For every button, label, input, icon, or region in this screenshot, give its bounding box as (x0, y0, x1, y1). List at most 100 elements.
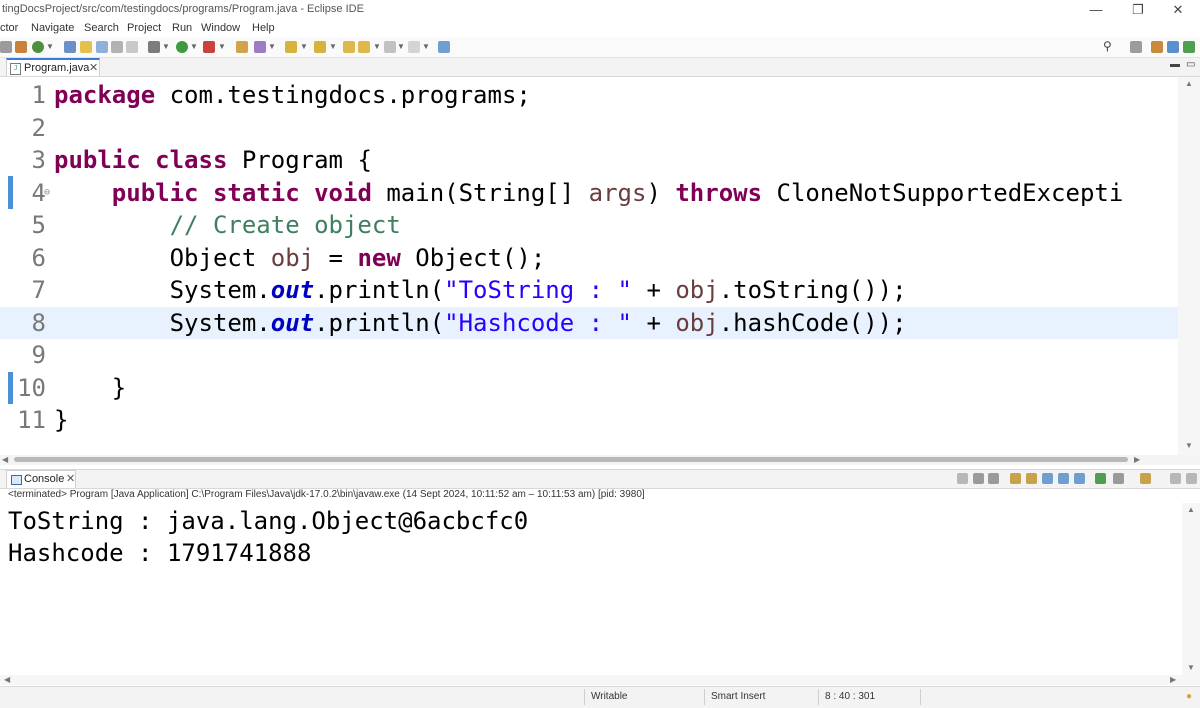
line-number: 5 (31, 211, 46, 239)
code-token: // Create object (169, 211, 401, 239)
close-window-button[interactable]: ✕ (1164, 1, 1192, 19)
paragraph-icon[interactable] (126, 41, 138, 53)
tab-program-java[interactable]: J Program.java ✕ (6, 58, 100, 76)
chevron-down-icon[interactable]: ▼ (373, 42, 381, 51)
block-icon[interactable] (96, 41, 108, 53)
fold-toggle-icon[interactable]: ⊖ (44, 177, 50, 209)
scroll-down-arrow-icon[interactable]: ▼ (1187, 663, 1195, 672)
forward-disabled-icon[interactable] (408, 41, 420, 53)
external-tools-icon[interactable] (203, 41, 215, 53)
chevron-down-icon[interactable]: ▼ (190, 42, 198, 51)
display-console-icon[interactable] (1095, 473, 1106, 484)
maximize-editor-button[interactable]: ▭ (1186, 59, 1195, 70)
scroll-left-arrow-icon[interactable]: ◀ (4, 675, 10, 684)
debug-perspective-icon[interactable] (1167, 41, 1179, 53)
run-icon[interactable] (176, 41, 188, 53)
code-line[interactable]: 6 Object obj = new Object(); (0, 242, 1178, 274)
pin-icon[interactable] (64, 41, 76, 53)
code-line[interactable]: 2 (0, 112, 1178, 144)
open-type-icon[interactable] (236, 41, 248, 53)
tab-console[interactable]: Console ✕ (6, 470, 76, 488)
code-line[interactable]: 5 // Create object (0, 209, 1178, 241)
code-token: obj (675, 308, 719, 337)
scrollbar-thumb[interactable] (14, 457, 1128, 462)
whitespace-icon[interactable] (111, 41, 123, 53)
scroll-right-arrow-icon[interactable]: ▶ (1134, 455, 1140, 464)
show-stdout-icon[interactable] (1042, 473, 1053, 484)
editor-horizontal-scrollbar[interactable]: ◀ ▶ (0, 455, 1200, 465)
open-task-icon[interactable] (254, 41, 266, 53)
menu-window[interactable]: Window (201, 22, 240, 34)
terminal-icon[interactable] (438, 41, 450, 53)
chevron-down-icon[interactable]: ▼ (300, 42, 308, 51)
pin-console-icon[interactable] (1074, 473, 1085, 484)
scroll-right-arrow-icon[interactable]: ▶ (1170, 675, 1176, 684)
show-stderr-icon[interactable] (1058, 473, 1069, 484)
terminate-icon[interactable] (957, 473, 968, 484)
new-console-icon[interactable] (1140, 473, 1151, 484)
minimize-button[interactable]: — (1082, 1, 1110, 19)
console-output[interactable]: ToString : java.lang.Object@6acbcfc0 Has… (0, 503, 1180, 675)
chevron-down-icon[interactable]: ▼ (218, 42, 226, 51)
chevron-down-icon[interactable]: ▼ (397, 42, 405, 51)
code-line[interactable]: 10 } (0, 372, 1178, 404)
code-line[interactable]: 9 (0, 339, 1178, 371)
debug-icon[interactable] (148, 41, 160, 53)
console-horizontal-scrollbar[interactable]: ◀ ▶ (0, 675, 1200, 685)
mark-icon[interactable] (80, 41, 92, 53)
remove-launch-icon[interactable] (973, 473, 984, 484)
change-marker (8, 176, 13, 209)
java-perspective-icon[interactable] (1151, 41, 1163, 53)
remove-all-icon[interactable] (988, 473, 999, 484)
search-icon[interactable]: ⚲ (1103, 39, 1112, 53)
last-edit-icon[interactable] (343, 41, 355, 53)
scroll-left-arrow-icon[interactable]: ◀ (2, 455, 8, 464)
maximize-console-icon[interactable] (1186, 473, 1197, 484)
code-line[interactable]: 8 System.out.println("Hashcode : " + obj… (0, 306, 1178, 339)
menu-search[interactable]: Search (84, 22, 119, 34)
close-icon[interactable]: ✕ (66, 472, 75, 485)
code-line[interactable]: 3 public class Program { (0, 144, 1178, 176)
lightbulb-icon[interactable]: ● (1186, 691, 1192, 702)
chevron-down-icon[interactable]: ▼ (329, 42, 337, 51)
build-icon[interactable] (15, 41, 27, 53)
code-token: + (632, 276, 676, 304)
toolbar-icon[interactable] (0, 41, 12, 53)
menu-run[interactable]: Run (172, 22, 192, 34)
chevron-down-icon[interactable]: ▼ (268, 42, 276, 51)
chevron-down-icon[interactable]: ▼ (422, 42, 430, 51)
menu-help[interactable]: Help (252, 22, 275, 34)
chevron-down-icon[interactable]: ▼ (46, 42, 54, 51)
minimize-editor-button[interactable]: ▬ (1170, 59, 1180, 70)
code-line[interactable]: 7 System.out.println("ToString : " + obj… (0, 274, 1178, 306)
close-icon[interactable]: ✕ (89, 61, 98, 74)
scroll-down-arrow-icon[interactable]: ▼ (1185, 441, 1193, 450)
new-icon[interactable] (32, 41, 44, 53)
code-line[interactable]: 1 package com.testingdocs.programs; (0, 79, 1178, 111)
code-text: } (54, 404, 68, 436)
word-wrap-icon[interactable] (1026, 473, 1037, 484)
menu-project[interactable]: Project (127, 22, 161, 34)
annotation-icon[interactable] (285, 41, 297, 53)
open-perspective-icon[interactable] (1130, 41, 1142, 53)
menu-navigate[interactable]: Navigate (31, 22, 74, 34)
code-line[interactable]: 11} (0, 404, 1178, 436)
next-annotation-icon[interactable] (314, 41, 326, 53)
scroll-lock-icon[interactable] (1010, 473, 1021, 484)
open-console-icon[interactable] (1113, 473, 1124, 484)
minimize-console-icon[interactable] (1170, 473, 1181, 484)
code-editor[interactable]: 1 package com.testingdocs.programs; 2 3 publ… (0, 77, 1178, 455)
code-line[interactable]: 4 ⊖ public static void main(String[] args… (0, 177, 1178, 209)
scroll-up-arrow-icon[interactable]: ▲ (1187, 505, 1195, 514)
console-vertical-scrollbar[interactable]: ▲ ▼ (1182, 503, 1200, 675)
code-token: static (212, 178, 300, 207)
forward-icon[interactable] (384, 41, 396, 53)
chevron-down-icon[interactable]: ▼ (162, 42, 170, 51)
back-icon[interactable] (358, 41, 370, 53)
scroll-up-arrow-icon[interactable]: ▲ (1185, 79, 1193, 88)
editor-tab-bar: J Program.java ✕ ▬ ▭ (0, 58, 1200, 77)
maximize-button[interactable]: ❐ (1124, 1, 1152, 19)
git-perspective-icon[interactable] (1183, 41, 1195, 53)
menu-refactor[interactable]: ctor (0, 22, 18, 34)
editor-vertical-scrollbar[interactable]: ▲ ▼ (1178, 77, 1200, 455)
